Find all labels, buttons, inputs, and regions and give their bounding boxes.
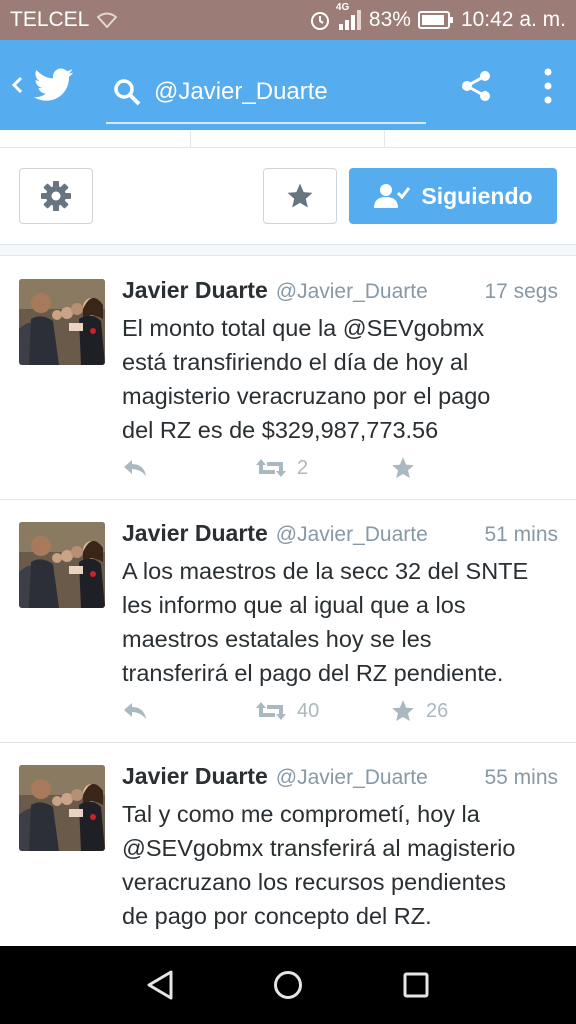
nav-home-button[interactable] [258,960,318,1010]
triangle-back-icon [147,970,173,1000]
settings-button[interactable] [19,168,93,224]
avatar[interactable] [19,765,105,851]
tweet-text-line: les informo que al igual que a los [122,592,466,618]
status-bar: TELCEL 4G 83% 10:42 a. m. [0,0,576,40]
reply-button[interactable] [122,453,148,483]
tweet-text-line: maestros estatales hoy se les [122,626,432,652]
tweet-text-line: está transfiriendo el día de hoy al [122,349,469,375]
author-handle[interactable]: @Javier_Duarte [276,523,428,547]
author-name[interactable]: Javier Duarte [122,520,268,547]
more-vertical-icon [544,68,552,104]
tweet-item[interactable]: Javier Duarte @Javier_Duarte 51 mins A l… [0,500,576,743]
favorite-tweet-button[interactable]: 26 [390,696,448,726]
following-label: Siguiendo [421,182,533,209]
search-query: @Javier_Duarte [154,78,328,105]
twitter-bird-icon [32,40,76,130]
tweet-text-line: Tal y como me comprometí, hoy la [122,801,480,827]
search-field[interactable]: @Javier_Duarte [106,62,426,124]
stats-divider [384,130,385,148]
avatar[interactable] [19,279,105,365]
battery-percent: 83% [368,8,411,31]
tweet-timestamp: 17 segs [484,280,558,303]
gear-icon [41,181,71,211]
retweet-count: 2 [297,456,309,479]
author-handle[interactable]: @Javier_Duarte [276,280,428,304]
author-name[interactable]: Javier Duarte [122,763,268,790]
tweet-header: Javier Duarte @Javier_Duarte 51 mins [122,520,558,552]
author-handle[interactable]: @Javier_Duarte [276,766,428,790]
tweet-text: A los maestros de la secc 32 del SNTE le… [122,554,562,690]
tweet-text-line: El monto total que la @SEVgobmx [122,315,485,341]
back-button[interactable] [2,40,32,130]
share-icon [462,71,490,101]
signal-icon: 4G [336,2,362,31]
author-name[interactable]: Javier Duarte [122,277,268,304]
favorite-button[interactable] [263,168,337,224]
wifi-icon [97,12,118,28]
tweet-text: Tal y como me comprometí, hoy la @SEVgob… [122,797,562,933]
app-bar: @Javier_Duarte [0,40,576,130]
square-recents-icon [403,972,429,998]
star-icon [392,457,414,478]
share-button[interactable] [452,62,500,110]
tweet-text-line: A los maestros de la secc 32 del SNTE [122,558,529,584]
clock: 10:42 a. m. [460,8,566,31]
tweet-text-line: @SEVgobmx transferirá al magisterio [122,835,516,861]
nav-back-button[interactable] [130,960,190,1010]
star-icon [392,700,414,721]
user-check-icon [374,184,411,208]
profile-stats-strip [0,130,576,148]
carrier-label: TELCEL [10,8,90,31]
favorite-count: 26 [426,699,449,722]
tweet-actions: 40 26 [122,696,542,726]
tweet-text-line: de pago por concepto del RZ. [122,903,432,929]
tweet-text: El monto total que la @SEVgobmx está tra… [122,311,562,447]
reply-button[interactable] [122,696,148,726]
reply-icon [124,703,146,719]
more-menu-button[interactable] [530,62,566,110]
retweet-button[interactable]: 2 [255,453,308,483]
retweet-button[interactable]: 40 [255,696,319,726]
star-icon [287,183,313,208]
tweet-actions: 2 [122,453,542,483]
nav-recents-button[interactable] [386,960,446,1010]
retweet-icon [256,702,286,720]
tweet-timestamp: 51 mins [484,523,558,546]
section-separator [0,244,576,256]
retweet-icon [256,459,286,477]
tweet-text-line: transferirá el pago del RZ pendiente. [122,660,504,686]
retweet-count: 40 [297,699,320,722]
favorite-tweet-button[interactable] [390,453,426,483]
search-icon [114,79,141,106]
chevron-left-icon [11,76,23,94]
reply-icon [124,460,146,476]
tweet-text-line: magisterio veracruzano por el pago [122,383,491,409]
circle-home-icon [274,971,302,999]
tweet-text-line: del RZ es de $329,987,773.56 [122,417,439,443]
following-button[interactable]: Siguiendo [349,168,557,224]
battery-icon [417,10,454,30]
tweet-timestamp: 55 mins [484,766,558,789]
network-type-label: 4G [335,2,350,13]
tweet-header: Javier Duarte @Javier_Duarte 17 segs [122,277,558,309]
avatar[interactable] [19,522,105,608]
alarm-icon [309,9,331,31]
stats-divider [190,130,191,148]
profile-action-row: Siguiendo [0,148,576,248]
tweet-item[interactable]: Javier Duarte @Javier_Duarte 17 segs El … [0,257,576,500]
system-nav-bar [0,946,576,1024]
tweet-text-line: veracruzano los recursos pendientes [122,869,507,895]
tweet-header: Javier Duarte @Javier_Duarte 55 mins [122,763,558,795]
